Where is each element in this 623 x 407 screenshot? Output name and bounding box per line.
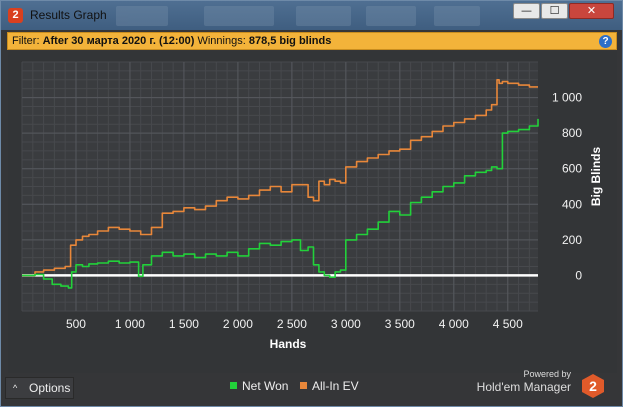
x-tick-label: 2 500	[277, 317, 307, 331]
x-tick-label: 3 000	[331, 317, 361, 331]
options-label: Options	[29, 381, 71, 395]
x-tick-label: 1 000	[115, 317, 145, 331]
y-tick-label: 0	[575, 268, 582, 282]
maximize-button[interactable]: ☐	[541, 3, 568, 19]
background-tab	[296, 6, 351, 26]
legend-label-all-in-ev: All-In EV	[312, 379, 359, 393]
background-tab	[366, 6, 416, 26]
plot-area: 500 1 000 1 500 2 000 2 500 3 000 3 500 4 000 4 …	[8, 51, 617, 373]
window-title: Results Graph	[30, 8, 107, 22]
filter-text: Filter: After 30 марта 2020 г. (12:00) W…	[12, 35, 331, 47]
background-tab	[204, 6, 274, 26]
background-tabs	[116, 6, 496, 26]
x-tick-label: 4 500	[493, 317, 523, 331]
x-tick-label: 2 000	[223, 317, 253, 331]
y-tick-label: 400	[562, 197, 582, 211]
background-tab	[434, 6, 480, 26]
caret-up-icon: ^	[13, 383, 18, 393]
x-tick-label: 4 000	[439, 317, 469, 331]
filter-value: After 30 марта 2020 г. (12:00)	[42, 35, 195, 47]
legend-label-net-won: Net Won	[242, 379, 289, 393]
legend-item-all-in-ev[interactable]: All-In EV	[300, 379, 359, 393]
options-button[interactable]: ^ Options	[5, 377, 74, 399]
y-tick-label: 800	[562, 126, 582, 140]
legend-swatch-all-in-ev	[300, 382, 307, 389]
y-tick-label: 1 000	[552, 91, 582, 105]
title-bar[interactable]: 2 Results Graph — ☐ ✕	[1, 1, 622, 30]
close-button[interactable]: ✕	[569, 3, 614, 19]
help-icon[interactable]: ?	[599, 35, 612, 48]
results-chart: 500 1 000 1 500 2 000 2 500 3 000 3 500 4 000 4 …	[21, 61, 603, 351]
x-tick-label: 1 500	[169, 317, 199, 331]
legend-swatch-net-won	[230, 382, 237, 389]
y-tick-label: 600	[562, 162, 582, 176]
minimize-button[interactable]: —	[513, 3, 540, 19]
x-tick-label: 500	[66, 317, 86, 331]
winnings-value: 878,5 big blinds	[248, 35, 332, 47]
winnings-label: Winnings:	[197, 35, 246, 47]
background-tab	[116, 6, 168, 26]
brand-name: Hold'em Manager	[476, 380, 571, 394]
filter-label: Filter:	[12, 35, 40, 47]
y-tick-label: 200	[562, 233, 582, 247]
app-logo-icon: 2	[8, 8, 23, 23]
logo-glyph: 2	[589, 378, 597, 394]
x-axis-title: Hands	[270, 337, 307, 351]
holdem-manager-logo-icon: 2	[582, 374, 604, 398]
x-tick-label: 3 500	[385, 317, 415, 331]
filter-bar: Filter: After 30 марта 2020 г. (12:00) W…	[7, 32, 617, 50]
branding: Powered by Hold'em Manager 2	[458, 369, 608, 403]
y-axis-title: Big Blinds	[589, 147, 603, 207]
powered-by-text: Powered by	[523, 369, 571, 379]
legend-item-net-won[interactable]: Net Won	[230, 379, 288, 393]
results-graph-window: 2 Results Graph — ☐ ✕ Filter: After 30 м…	[0, 0, 623, 407]
